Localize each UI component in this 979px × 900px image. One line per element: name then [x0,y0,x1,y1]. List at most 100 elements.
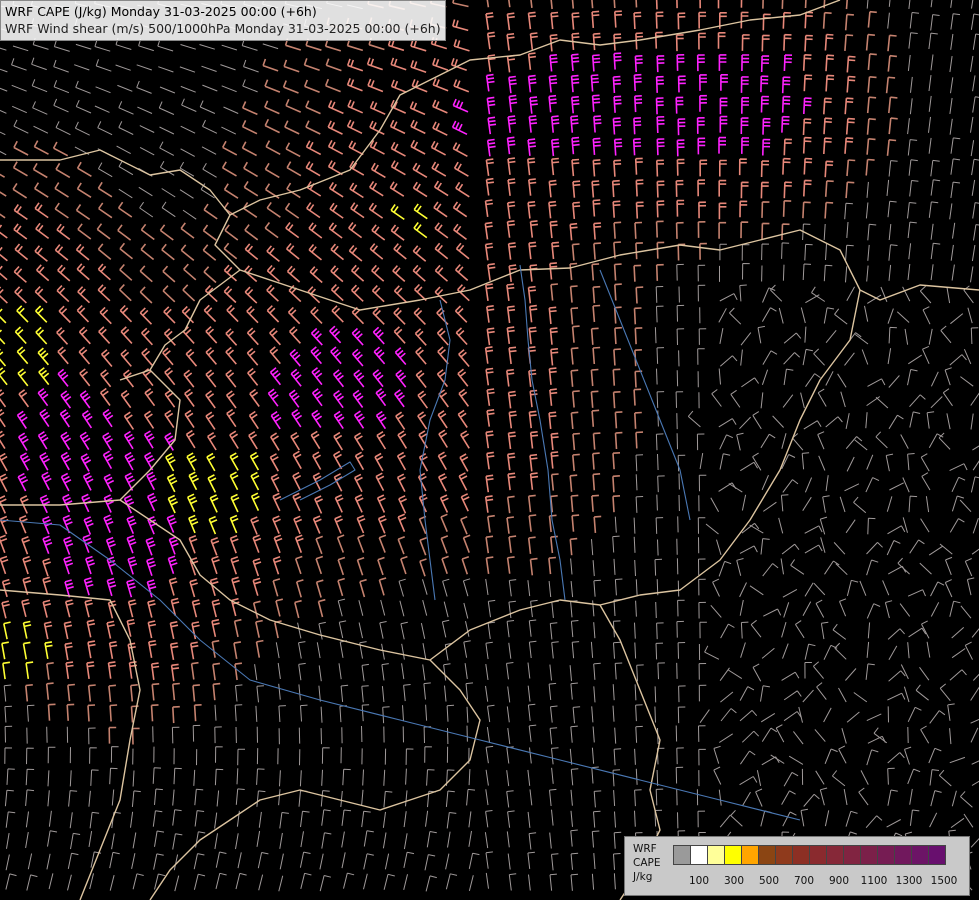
wind-barb [298,790,308,807]
wind-barb [119,304,133,323]
wind-barb [225,328,238,346]
wind-barb [363,830,374,847]
wind-barb [636,664,644,682]
wind-barb [508,75,517,94]
wind-barb [26,874,38,891]
wind-barb [823,117,833,135]
wind-barb [485,556,494,575]
wind-barb [377,515,387,534]
wind-barb [17,472,29,492]
wind-barb [804,643,816,660]
wind-barb [136,80,152,94]
wind-barb [356,557,365,576]
wind-barb [52,141,69,157]
wind-barb [697,179,706,197]
wind-barb [866,96,877,114]
wind-barb [719,733,733,743]
wind-barb [381,686,385,703]
wind-barb [487,116,497,135]
wind-barb [590,390,599,408]
wind-barb [782,394,794,408]
wind-barb [397,430,408,449]
wind-barb [823,264,833,282]
wind-barb [165,452,176,472]
wind-barb [570,115,579,133]
wind-barb [89,747,97,764]
wind-barb [951,790,957,807]
wind-barb [760,810,772,827]
wind-barb [633,517,636,534]
wind-barb [822,11,832,29]
wind-barb [964,558,973,577]
wind-barb [859,580,867,596]
wind-barb [331,305,344,323]
wind-barb [820,621,829,640]
wind-barb [823,137,832,155]
wind-barb [278,875,284,892]
lake [279,461,356,501]
wind-barb [382,706,390,724]
wind-barb [249,388,260,407]
wind-barb [761,307,777,322]
wind-barb [203,266,217,284]
wind-barb [485,474,494,493]
wind-barb [317,598,326,618]
wind-barb [572,201,581,219]
wind-barb [190,641,199,660]
wind-barb [144,388,156,407]
wind-barb [527,285,536,304]
wind-barb [338,663,342,680]
wind-barb [237,852,242,869]
wind-barb [720,623,735,639]
wind-barb [383,873,395,890]
wind-barb [34,286,48,304]
wind-barb [802,201,811,219]
wind-barb [14,243,29,261]
wind-barb [95,59,112,72]
wind-barb [485,789,489,806]
wind-barb [739,776,758,786]
wind-barb [410,139,426,155]
wind-barb [436,327,449,346]
wind-barb [551,600,559,618]
wind-barb [634,221,643,239]
wind-barb [529,431,539,449]
wind-barb [909,809,920,826]
wind-barb [507,178,516,196]
wind-barb [897,557,910,575]
wind-barb [333,473,343,492]
wind-barb [11,58,27,71]
wind-barb [657,453,659,471]
wind-barb [885,453,894,472]
wind-barb [146,579,157,598]
wind-barb [950,181,961,198]
wind-barb [183,263,197,281]
wind-barb [294,555,303,575]
wind-barb [551,157,560,176]
wind-barb [699,621,707,639]
wind-barb [47,746,56,764]
wind-barb [283,59,300,73]
wind-barb [866,603,881,619]
wind-barb [303,58,320,72]
wind-barb [656,769,659,787]
wind-barb [414,328,427,346]
wind-barb [800,808,808,827]
wind-barb [740,642,746,658]
wind-barb [321,809,331,826]
wind-barb [215,872,227,890]
wind-barb [832,770,846,787]
wind-barb [75,43,92,50]
wind-barb [549,622,558,640]
wind-barb [358,600,364,616]
wind-barb [4,747,13,764]
wind-barb [528,832,537,850]
wind-barb [803,793,820,807]
wind-barb [18,515,28,534]
wind-barb [141,347,153,366]
wind-barb [739,545,758,554]
wind-barb [193,873,206,890]
wind-barb [369,100,386,115]
wind-barb [314,495,323,514]
wind-barb [109,767,118,785]
